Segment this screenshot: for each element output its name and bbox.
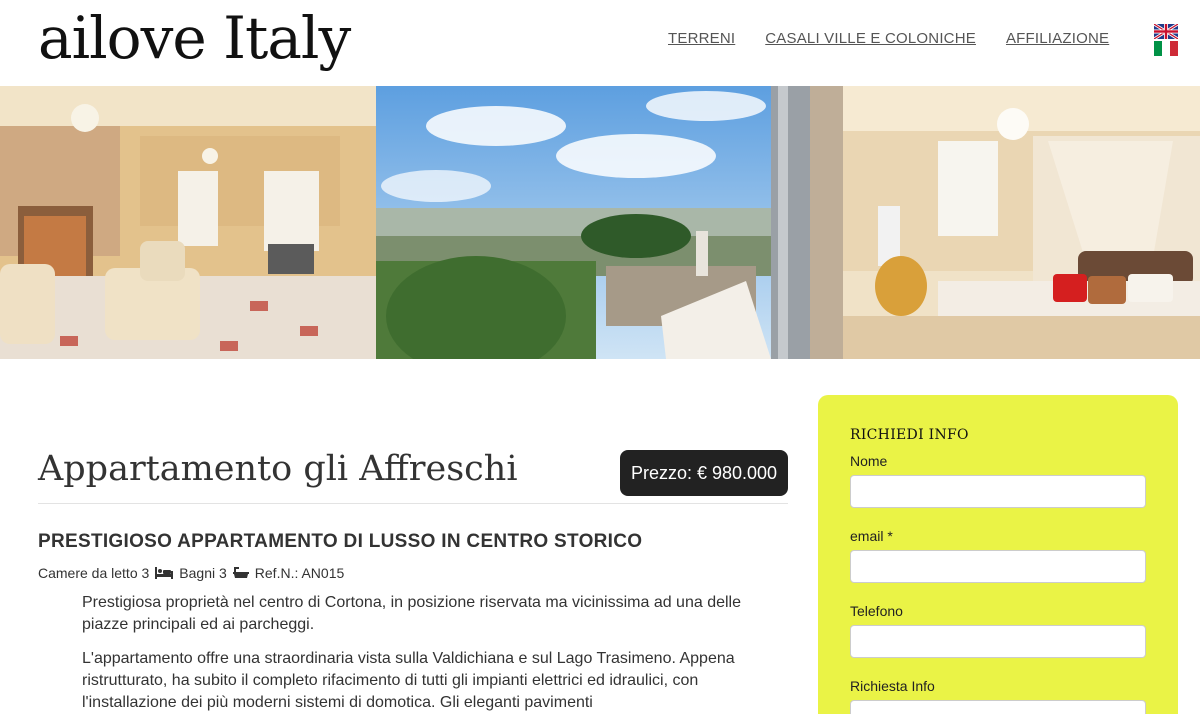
form-title: RICHIEDI INFO — [850, 427, 969, 443]
nav-item-terreni[interactable]: TERRENI — [668, 30, 735, 47]
main-nav: TERRENI CASALI VILLE E COLONICHE AFFILIA… — [668, 30, 1109, 47]
info-request-form: RICHIEDI INFO Nome email * Telefono Rich… — [818, 395, 1178, 714]
listing-description: Prestigiosa proprietà nel centro di Cort… — [82, 592, 752, 714]
nav-item-affiliazione[interactable]: AFFILIAZIONE — [1006, 30, 1109, 47]
site-header: ailove Italy TERRENI CASALI VILLE E COLO… — [0, 0, 1200, 86]
description-paragraph: Prestigiosa proprietà nel centro di Cort… — [82, 594, 741, 633]
email-field[interactable] — [850, 550, 1146, 583]
title-divider — [38, 503, 788, 504]
uk-flag-icon[interactable] — [1154, 24, 1178, 39]
nav-item-casali[interactable]: CASALI VILLE E COLONICHE — [765, 30, 976, 47]
bedroom-photo[interactable] — [843, 86, 1200, 359]
bathtub-icon — [232, 567, 249, 578]
italy-flag-icon[interactable] — [1154, 41, 1178, 56]
price-badge: Prezzo: € 980.000 — [620, 450, 788, 496]
request-field[interactable] — [850, 700, 1146, 714]
landscape-photo[interactable] — [376, 86, 843, 359]
name-label: Nome — [850, 453, 888, 469]
bed-icon — [155, 567, 174, 579]
salon-photo[interactable] — [0, 86, 376, 359]
language-switcher — [1154, 24, 1178, 58]
listing-subtitle: PRESTIGIOSO APPARTAMENTO DI LUSSO IN CEN… — [38, 531, 643, 552]
bathrooms-text: Bagni 3 — [179, 565, 227, 581]
listing-title: Appartamento gli Affreschi — [38, 449, 518, 489]
phone-field[interactable] — [850, 625, 1146, 658]
description-paragraph: L'appartamento offre una straordinaria v… — [82, 650, 735, 711]
ref-number: Ref.N.: AN015 — [254, 565, 345, 581]
listing-specs: Camere da letto 3 Bagni 3 Ref.N.: AN015 — [38, 565, 344, 581]
email-label: email * — [850, 528, 893, 544]
name-field[interactable] — [850, 475, 1146, 508]
site-logo[interactable]: ailove Italy — [38, 0, 351, 76]
phone-label: Telefono — [850, 603, 903, 619]
request-label: Richiesta Info — [850, 678, 935, 694]
bedrooms-text: Camere da letto 3 — [38, 565, 150, 581]
hero-gallery — [0, 86, 1200, 359]
